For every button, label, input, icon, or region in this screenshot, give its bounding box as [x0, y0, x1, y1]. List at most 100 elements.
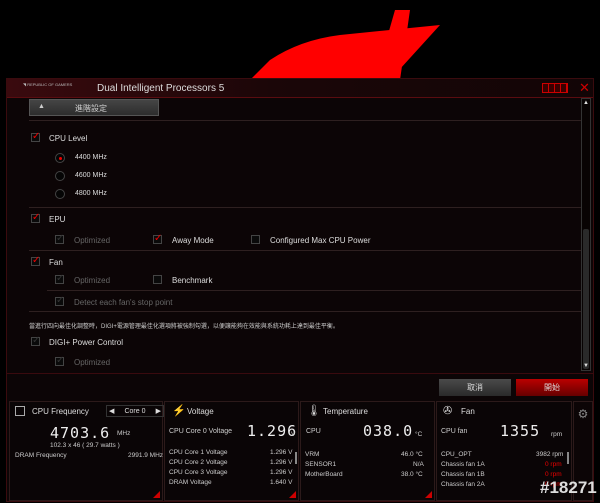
cpu-level-checkbox[interactable] [31, 131, 40, 142]
scrollbar[interactable] [567, 452, 569, 464]
resize-corner[interactable] [289, 491, 296, 498]
row-label: Chassis fan 2A [441, 481, 485, 488]
layout-grid-icon[interactable] [542, 83, 568, 93]
scrollbar[interactable] [295, 452, 297, 464]
digi-optimized-label: Optimized [74, 358, 111, 367]
row-value: 46.0 °C [401, 451, 423, 458]
row-value: 1.296 V [270, 459, 293, 466]
scrollbar[interactable]: ▲ ▼ [581, 98, 591, 371]
temperature-panel: 🌡 Temperature CPU 038.0 °C VRM 46.0 °C SE… [300, 401, 435, 501]
prev-arrow-icon[interactable]: ◀ [109, 406, 114, 417]
main-label: CPU [306, 428, 321, 435]
row-label: MotherBoard [305, 471, 343, 478]
detect-stop-label: Detect each fan's stop point [74, 298, 173, 307]
ratio-detail: 102.3 x 46 ( 29.7 watts ) [50, 442, 120, 449]
scroll-down-icon[interactable]: ▼ [582, 363, 590, 369]
fan-optimized-label: Optimized [74, 276, 111, 285]
dip5-window: ◥ REPUBLIC OF GAMERS Dual Intelligent Pr… [6, 78, 594, 502]
resize-corner[interactable] [425, 491, 432, 498]
max-cpu-power-label: Configured Max CPU Power [270, 236, 371, 245]
core-selector[interactable]: ◀ Core 0 ▶ [106, 405, 164, 417]
digi-optimized-checkbox [55, 355, 64, 366]
unit: °C [415, 431, 423, 438]
radio-label: 4800 MHz [75, 190, 107, 197]
dram-freq-label: DRAM Frequency [15, 452, 67, 459]
fan-icon: ✇ [443, 405, 453, 417]
fan-label: Fan [49, 258, 63, 267]
collapse-arrow-icon: ▲ [38, 103, 45, 110]
cpu-level-label: CPU Level [49, 134, 88, 143]
detect-stop-checkbox [55, 295, 64, 306]
radio-4400[interactable] [55, 153, 65, 163]
row-value: 1.640 V [270, 479, 293, 486]
row-value: N/A [413, 461, 424, 468]
benchmark-checkbox[interactable] [153, 275, 162, 284]
fan-checkbox[interactable] [31, 255, 40, 266]
digi-checkbox [31, 335, 40, 346]
lightning-icon: ⚡ [172, 405, 186, 417]
fan-speed-value: 1355 [500, 422, 541, 440]
advanced-settings-toggle[interactable]: ▲ 進階設定 [29, 99, 159, 116]
close-icon[interactable]: ✕ [579, 80, 590, 96]
cpu-frequency-panel: CPU Frequency ◀ Core 0 ▶ 4703.6 MHz 102.… [9, 401, 164, 501]
radio-label: 4600 MHz [75, 172, 107, 179]
radio-4800[interactable] [55, 189, 65, 199]
unit: MHz [117, 430, 131, 437]
info-note: 當進行四向最佳化調整時，DIGI+電源管理最佳化選項將被強制勾選，以便讓能夠在效… [29, 324, 339, 330]
temperature-value: 038.0 [363, 422, 414, 440]
row-label: CPU_OPT [441, 451, 472, 458]
epu-checkbox[interactable] [31, 212, 40, 223]
voltage-value: 1.296 [247, 422, 298, 440]
rog-logo: ◥ REPUBLIC OF GAMERS [23, 82, 73, 87]
row-label: CPU Core 3 Voltage [169, 469, 228, 476]
row-value: 1.296 V [270, 449, 293, 456]
away-mode-checkbox[interactable] [153, 233, 162, 244]
cancel-button[interactable]: 取消 [439, 379, 511, 396]
main-label: CPU fan [441, 428, 468, 435]
digi-label: DIGI+ Power Control [49, 338, 124, 347]
row-label: VRM [305, 451, 320, 458]
main-label: CPU Core 0 Voltage [169, 428, 233, 435]
window-title: Dual Intelligent Processors 5 [97, 83, 225, 94]
cpu-chip-icon [15, 406, 25, 416]
away-mode-label: Away Mode [172, 236, 214, 245]
max-cpu-power-checkbox[interactable] [251, 235, 260, 244]
title-bar: ◥ REPUBLIC OF GAMERS Dual Intelligent Pr… [7, 79, 593, 98]
row-value: 38.0 °C [401, 471, 423, 478]
row-label: CPU Core 1 Voltage [169, 449, 228, 456]
row-label: Chassis fan 1A [441, 461, 485, 468]
row-label: DRAM Voltage [169, 479, 212, 486]
epu-label: EPU [49, 215, 66, 224]
unit: V [291, 431, 296, 438]
voltage-panel: ⚡ Voltage CPU Core 0 Voltage 1.296 V CPU… [164, 401, 299, 501]
fan-optimized-checkbox [55, 273, 64, 284]
scroll-up-icon[interactable]: ▲ [582, 100, 590, 106]
radio-4600[interactable] [55, 171, 65, 181]
epu-optimized-checkbox [55, 233, 64, 244]
row-value: 1.296 V [270, 469, 293, 476]
benchmark-label: Benchmark [172, 276, 213, 285]
scroll-thumb[interactable] [583, 229, 589, 369]
row-value: 3982 rpm [536, 451, 564, 458]
start-button[interactable]: 開始 [516, 379, 588, 396]
unit: rpm [551, 431, 563, 438]
decorative-swoosh [250, 10, 440, 80]
row-value: 0 rpm [545, 471, 562, 478]
panel-title: Temperature [323, 407, 368, 416]
radio-label: 4400 MHz [75, 154, 107, 161]
row-value: 0 rpm [545, 461, 562, 468]
section-title: 進階設定 [75, 104, 107, 113]
core-label: Core 0 [124, 408, 146, 415]
thermometer-icon: 🌡 [307, 405, 321, 417]
watermark: #18271 [540, 478, 597, 497]
cpu-frequency-value: 4703.6 [50, 424, 111, 442]
next-arrow-icon[interactable]: ▶ [156, 406, 161, 417]
panel-title: Voltage [187, 407, 214, 416]
panel-title: Fan [461, 407, 475, 416]
row-label: Chassis fan 1B [441, 471, 485, 478]
dram-freq-value: 2991.9 MHz [128, 452, 164, 459]
panel-title: CPU Frequency [32, 407, 89, 416]
resize-corner[interactable] [153, 491, 160, 498]
epu-optimized-label: Optimized [74, 236, 111, 245]
row-label: SENSOR1 [305, 461, 337, 468]
